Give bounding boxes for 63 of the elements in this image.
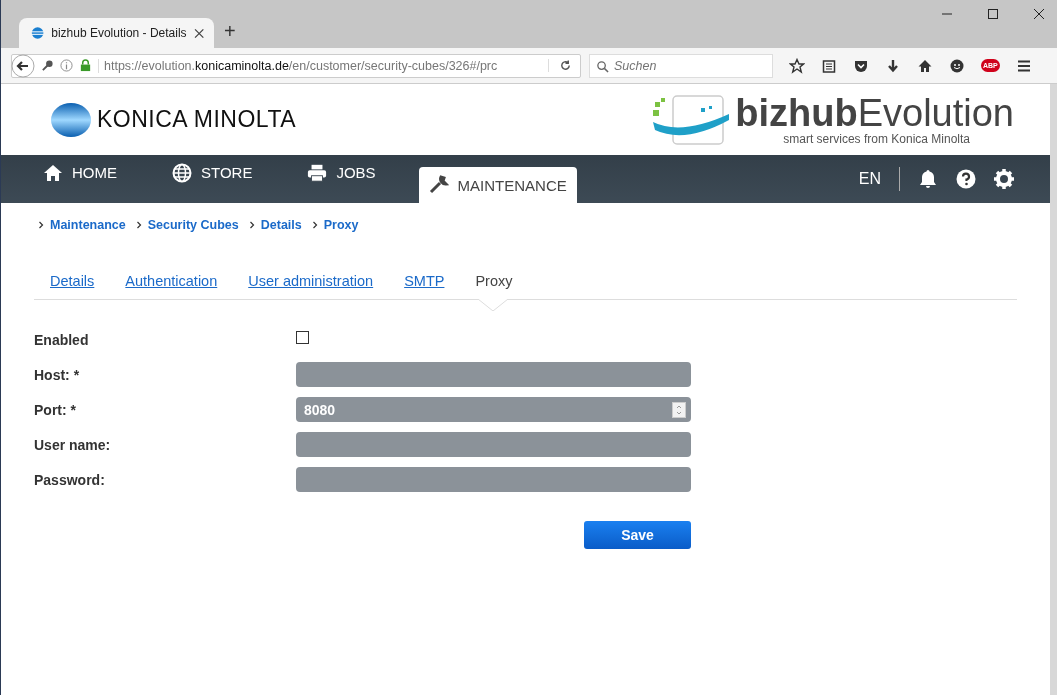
bell-icon[interactable] <box>918 169 938 189</box>
close-icon[interactable] <box>1033 8 1045 20</box>
globe-icon <box>172 162 192 183</box>
back-icon[interactable] <box>11 53 35 78</box>
chevron-icon <box>38 221 44 229</box>
save-button[interactable]: Save <box>584 521 691 549</box>
field-label: Password: <box>34 471 106 488</box>
checkbox[interactable] <box>296 331 309 344</box>
download-icon[interactable] <box>885 57 901 74</box>
language-selector[interactable]: EN <box>858 170 881 188</box>
printer-icon <box>307 162 328 183</box>
tab[interactable]: Details <box>50 271 95 291</box>
brand-name: KONICA MINOLTA <box>97 106 297 133</box>
star-icon[interactable] <box>789 57 805 74</box>
wrench-icon <box>428 175 449 195</box>
lock-icon <box>79 59 92 72</box>
tab[interactable]: Authentication <box>125 271 218 291</box>
smiley-icon[interactable] <box>949 57 965 74</box>
settings-icon[interactable] <box>994 169 1014 189</box>
number-field[interactable]: 8080 <box>296 397 691 422</box>
tab[interactable]: User administration <box>248 271 374 291</box>
nav-tab[interactable]: MAINTENANCE <box>418 167 577 203</box>
maximize-icon[interactable] <box>987 8 999 20</box>
close-icon[interactable] <box>193 27 204 39</box>
home-icon[interactable] <box>917 57 933 74</box>
field-label: Host: * <box>34 366 81 383</box>
nav-tab[interactable]: JOBS <box>295 155 388 190</box>
url-text: https://evolution.konicaminolta.de/en/customer/security-cubes/326#/prc <box>98 58 542 73</box>
new-tab-button[interactable]: + <box>224 20 236 43</box>
globe-logo-icon <box>31 26 45 40</box>
breadcrumb-link[interactable]: Details <box>260 218 302 232</box>
breadcrumb-link[interactable]: Security Cubes <box>147 218 239 232</box>
nav-tab[interactable]: STORE <box>160 155 265 190</box>
info-icon[interactable] <box>60 59 73 72</box>
reading-list-icon[interactable] <box>821 57 837 74</box>
browser-tab[interactable]: bizhub Evolution - Details <box>19 18 214 48</box>
help-icon[interactable] <box>956 169 976 189</box>
tab[interactable]: Proxy <box>475 271 513 291</box>
spinner-icon[interactable] <box>672 401 686 418</box>
input-field[interactable] <box>296 432 691 457</box>
chevron-icon <box>135 221 142 229</box>
breadcrumb-link[interactable]: Maintenance <box>50 218 126 232</box>
product-name: bizhubEvolution <box>735 93 1014 132</box>
tab[interactable]: SMTP <box>404 271 445 291</box>
cube-logo-icon <box>651 93 732 146</box>
input-field[interactable] <box>296 467 691 492</box>
nav-tab[interactable]: HOME <box>31 155 129 190</box>
scrollbar[interactable] <box>1050 84 1057 695</box>
field-label: User name: <box>34 436 112 453</box>
search-icon <box>596 59 609 73</box>
address-bar[interactable]: https://evolution.konicaminolta.de/en/customer/security-cubes/326#/prc <box>11 53 581 78</box>
home-icon <box>43 162 63 183</box>
input-field[interactable] <box>296 362 691 387</box>
reload-icon[interactable] <box>548 59 572 72</box>
field-label: Port: * <box>34 401 77 418</box>
breadcrumb-link[interactable]: Proxy <box>323 218 359 232</box>
sphere-logo-icon <box>51 102 91 137</box>
chevron-icon <box>311 221 318 229</box>
chevron-icon <box>248 221 255 229</box>
field-label: Enabled <box>34 331 90 348</box>
key-icon <box>41 59 54 72</box>
search-field[interactable]: Suchen <box>589 53 773 78</box>
tagline: smart services from Konica Minolta <box>783 131 970 146</box>
